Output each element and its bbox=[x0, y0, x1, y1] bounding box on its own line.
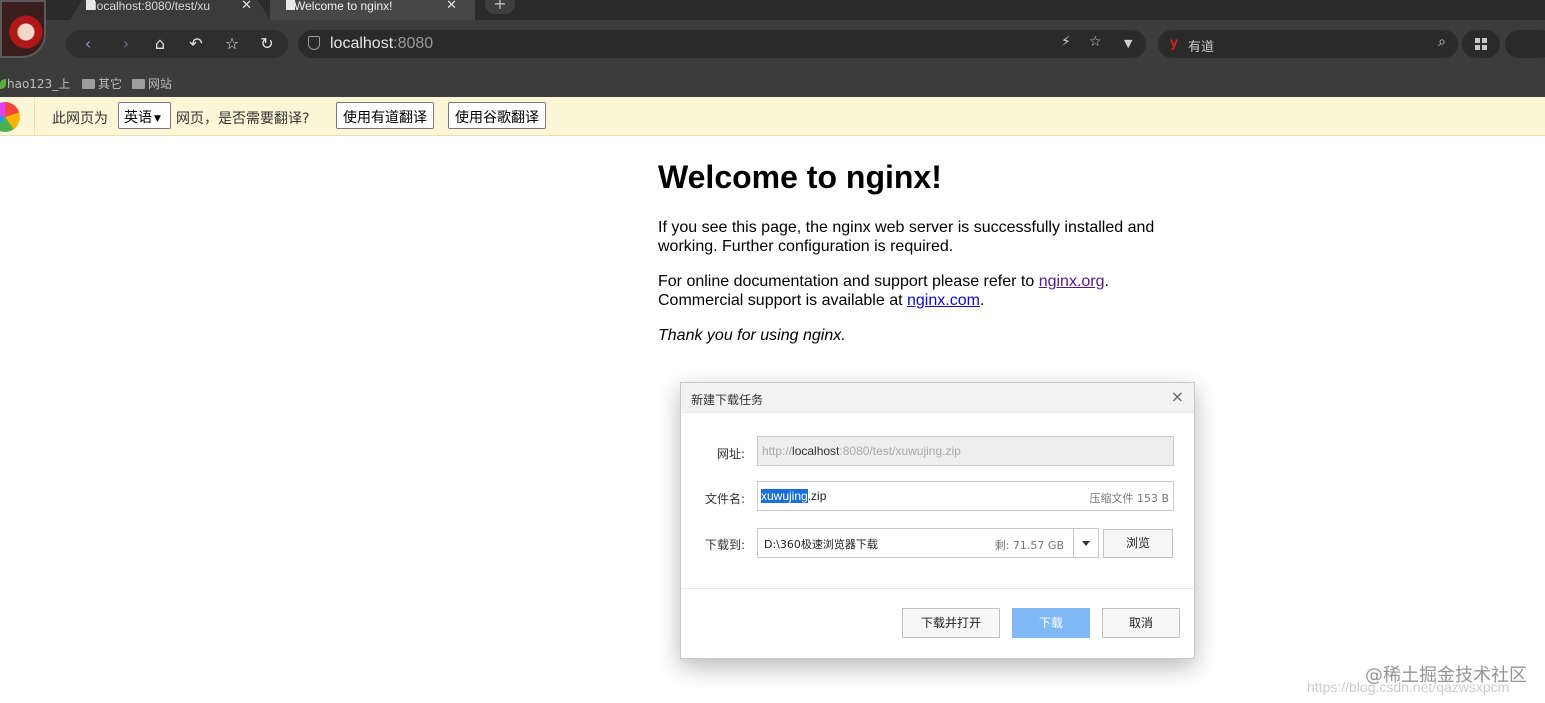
bookmark-folder-other[interactable]: 其它 bbox=[82, 75, 122, 92]
translate-prefix: 此网页为 bbox=[52, 111, 108, 127]
extension-button[interactable] bbox=[1505, 30, 1545, 58]
divider bbox=[34, 97, 35, 136]
close-tab-icon[interactable]: ✕ bbox=[241, 0, 252, 11]
filename-input[interactable]: xuwujing.zip 压缩文件 153 B bbox=[757, 481, 1174, 511]
folder-icon bbox=[132, 79, 145, 89]
save-path-select[interactable]: D:\360极速浏览器下载 剩: 71.57 GB bbox=[757, 528, 1099, 558]
thanks-paragraph: Thank you for using nginx. bbox=[658, 327, 846, 344]
folder-icon bbox=[82, 79, 95, 89]
dialog-title: 新建下载任务 bbox=[691, 393, 764, 407]
reload-icon[interactable]: ↻ bbox=[255, 32, 279, 56]
search-icon[interactable]: ⌕ bbox=[1438, 34, 1446, 50]
document-icon bbox=[286, 0, 295, 10]
bookmarks-bar: hao123_上 其它 网站 bbox=[0, 70, 1545, 97]
tab-title: localhost:8080/test/xu bbox=[94, 0, 211, 13]
chevron-down-icon[interactable]: ▼ bbox=[1124, 37, 1132, 50]
bookmark-star-icon[interactable]: ☆ bbox=[1089, 34, 1102, 50]
url-label: 网址: bbox=[716, 447, 745, 461]
bookmark-hao123[interactable]: hao123_上 bbox=[0, 75, 70, 92]
tab-localhost-test[interactable]: localhost:8080/test/xu ✕ bbox=[70, 0, 270, 20]
translate-bar: 此网页为 英语 ▼ 网页，是否需要翻译? 使用有道翻译 使用谷歌翻译 bbox=[0, 97, 1545, 136]
bookmark-folder-sites[interactable]: 网站 bbox=[132, 75, 172, 92]
intro-paragraph: If you see this page, the nginx web serv… bbox=[658, 219, 1155, 255]
page-content: Welcome to nginx! If you see this page, … bbox=[658, 158, 1178, 361]
filename-value[interactable]: xuwujing.zip bbox=[761, 489, 826, 503]
browse-button[interactable]: 浏览 bbox=[1103, 529, 1173, 558]
url-value: http://localhost:8080/test/xuwujing.zip bbox=[762, 444, 961, 458]
filename-label: 文件名: bbox=[704, 492, 745, 506]
back-icon[interactable]: ‹ bbox=[76, 32, 100, 56]
youdao-logo-icon: y bbox=[1170, 34, 1178, 50]
youdao-translate-button[interactable]: 使用有道翻译 bbox=[336, 102, 434, 129]
download-dialog: 新建下载任务 × 网址: http://localhost:8080/test/… bbox=[680, 382, 1195, 659]
document-icon bbox=[86, 0, 95, 10]
shield-icon bbox=[308, 36, 320, 50]
undo-close-icon[interactable]: ↶ bbox=[184, 32, 208, 56]
browser-toolbar: ‹ › ⌂ ↶ ☆ ↻ localhost:8080 ⚡ ☆ ▼ y 有道 ⌕ bbox=[0, 20, 1545, 70]
watermark-url: https://blog.csdn.net/qazwsxpcm bbox=[1307, 679, 1510, 695]
nginx-org-link[interactable]: nginx.org bbox=[1039, 273, 1105, 290]
saveto-label: 下载到: bbox=[704, 538, 745, 552]
address-bar[interactable]: localhost:8080 ⚡ ☆ ▼ bbox=[298, 30, 1146, 58]
apps-button[interactable] bbox=[1462, 30, 1500, 58]
hao123-icon bbox=[0, 79, 6, 89]
url-field: http://localhost:8080/test/xuwujing.zip bbox=[757, 436, 1174, 466]
nginx-com-link[interactable]: nginx.com bbox=[907, 292, 980, 309]
file-info: 压缩文件 153 B bbox=[1089, 492, 1169, 505]
translate-logo-icon bbox=[0, 102, 20, 132]
search-engine-name: 有道 bbox=[1188, 40, 1215, 55]
tab-title: Welcome to nginx! bbox=[294, 0, 393, 13]
cancel-button[interactable]: 取消 bbox=[1102, 608, 1180, 638]
tab-welcome-nginx[interactable]: Welcome to nginx! ✕ bbox=[270, 0, 475, 20]
close-icon[interactable]: × bbox=[1171, 388, 1184, 406]
docs-paragraph: For online documentation and support ple… bbox=[658, 273, 1109, 309]
forward-icon[interactable]: › bbox=[114, 32, 138, 56]
grid-icon bbox=[1475, 38, 1487, 50]
download-button[interactable]: 下载 bbox=[1012, 608, 1090, 638]
search-box[interactable]: y 有道 ⌕ bbox=[1158, 30, 1458, 58]
tab-strip: localhost:8080/test/xu ✕ Welcome to ngin… bbox=[0, 0, 1545, 20]
chevron-down-icon[interactable] bbox=[1082, 541, 1090, 546]
address-text[interactable]: localhost:8080 bbox=[330, 35, 433, 53]
translate-question: 网页，是否需要翻译? bbox=[176, 111, 310, 127]
close-tab-icon[interactable]: ✕ bbox=[446, 0, 457, 11]
favorite-icon[interactable]: ☆ bbox=[220, 32, 244, 56]
caret-down-icon: ▼ bbox=[154, 114, 161, 124]
user-avatar[interactable] bbox=[0, 0, 46, 58]
google-translate-button[interactable]: 使用谷歌翻译 bbox=[448, 102, 546, 129]
language-select[interactable]: 英语 ▼ bbox=[118, 102, 171, 129]
new-tab-button[interactable]: + bbox=[485, 0, 515, 14]
save-path-value: D:\360极速浏览器下载 bbox=[764, 538, 878, 551]
divider bbox=[1073, 529, 1074, 557]
download-and-open-button[interactable]: 下载并打开 bbox=[902, 608, 1000, 638]
dialog-titlebar[interactable]: 新建下载任务 × bbox=[681, 383, 1194, 413]
divider bbox=[681, 588, 1194, 589]
lightning-icon[interactable]: ⚡ bbox=[1061, 34, 1071, 50]
home-icon[interactable]: ⌂ bbox=[148, 32, 172, 56]
free-space: 剩: 71.57 GB bbox=[994, 539, 1064, 552]
page-heading: Welcome to nginx! bbox=[658, 159, 942, 195]
